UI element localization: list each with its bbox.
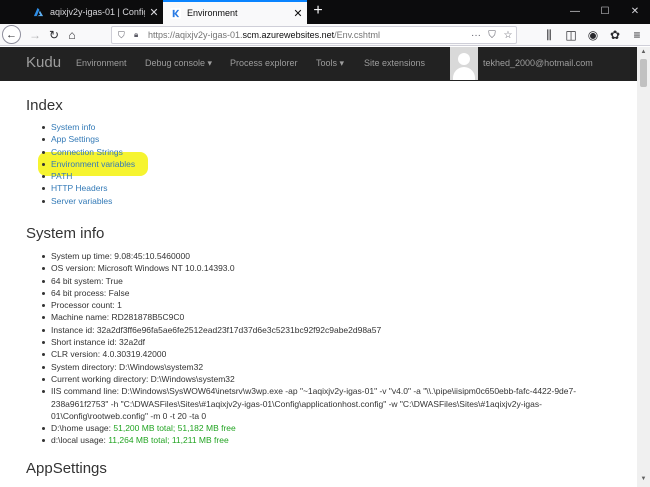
reload-icon[interactable]: ↻	[45, 26, 63, 44]
maximize-window-icon[interactable]: ☐	[590, 0, 620, 24]
list-item: 64 bit system: True	[40, 275, 618, 287]
url-path: /Env.cshtml	[334, 30, 380, 40]
list-item: 64 bit process: False	[40, 287, 618, 299]
scroll-down-arrow-icon[interactable]: ▼	[637, 476, 650, 482]
index-link-system-info[interactable]: System info	[40, 121, 135, 133]
browser-tab-configuration[interactable]: aqixjv2y-igas-01 | Configuratio ✕	[26, 0, 163, 24]
forward-arrow-icon[interactable]: →	[26, 26, 44, 44]
menu-icon[interactable]: ≡	[628, 26, 646, 44]
tracking-protection-shield-icon[interactable]: ⛉	[118, 30, 130, 41]
index-link-connection-strings[interactable]: Connection Strings	[40, 146, 135, 158]
app-settings-heading: AppSettings	[26, 460, 107, 477]
system-info-heading: System info	[26, 225, 105, 242]
azure-icon	[33, 7, 44, 16]
page-scrollbar[interactable]: ▲ ▼	[637, 47, 650, 487]
list-item: System up time: 9.08:45:10.5460000	[40, 250, 618, 262]
close-window-icon[interactable]: ✕	[620, 0, 650, 24]
pocket-icon[interactable]: ⛉	[484, 30, 500, 41]
address-bar[interactable]: ⛉ 🔒︎ https://aqixjv2y-igas-01. scm.azure…	[111, 26, 517, 44]
index-heading: Index	[26, 97, 63, 114]
system-info-list: System up time: 9.08:45:10.5460000 OS ve…	[40, 250, 618, 447]
nav-environment[interactable]: Environment	[76, 58, 127, 68]
kudu-brand-link[interactable]: Kudu	[26, 54, 61, 71]
account-icon[interactable]: ◉	[584, 26, 602, 44]
local-usage-item: d:\local usage: 11,264 MB total; 11,211 …	[40, 434, 618, 446]
browser-tab-environment[interactable]: Environment ✕	[163, 0, 307, 24]
list-item: Current working directory: D:\Windows\sy…	[40, 373, 618, 385]
nav-tools[interactable]: Tools ▾	[316, 58, 344, 69]
index-link-path[interactable]: PATH	[40, 170, 135, 182]
back-arrow-icon[interactable]: ←	[2, 25, 21, 44]
index-link-http-headers[interactable]: HTTP Headers	[40, 182, 135, 194]
nav-process-explorer[interactable]: Process explorer	[230, 58, 298, 68]
lock-icon[interactable]: 🔒︎	[134, 30, 144, 40]
scroll-up-arrow-icon[interactable]: ▲	[637, 49, 650, 55]
index-list: System info App Settings Connection Stri…	[40, 121, 135, 207]
list-item: Instance id: 32a2df3ff6e96fa5ae6fe2512ea…	[40, 324, 618, 336]
kudu-icon	[170, 7, 181, 19]
url-host: scm.azurewebsites.net	[242, 30, 335, 40]
avatar-head	[458, 53, 470, 65]
home-usage-label: D:\home usage:	[51, 423, 114, 434]
url-prefix: https://aqixjv2y-igas-01.	[148, 30, 243, 40]
nav-site-extensions[interactable]: Site extensions	[364, 58, 425, 68]
index-link-server-variables[interactable]: Server variables	[40, 195, 135, 207]
bookmark-star-icon[interactable]: ☆	[500, 30, 516, 41]
list-item: Processor count: 1	[40, 299, 618, 311]
list-item: OS version: Microsoft Windows NT 10.0.14…	[40, 262, 618, 274]
tab-label: Environment	[187, 8, 238, 18]
list-item: IIS command line: D:\Windows\SysWOW64\in…	[40, 385, 618, 422]
browser-tab-strip: aqixjv2y-igas-01 | Configuratio ✕ Enviro…	[0, 0, 650, 24]
list-item: System directory: D:\Windows\system32	[40, 361, 618, 373]
home-icon[interactable]: ⌂	[63, 26, 81, 44]
home-usage-item: D:\home usage: 51,200 MB total; 51,182 M…	[40, 422, 618, 434]
avatar-body	[453, 67, 475, 80]
tab-label: aqixjv2y-igas-01 | Configuratio	[50, 7, 145, 17]
new-tab-button[interactable]: +	[309, 2, 327, 22]
index-link-environment-variables[interactable]: Environment variables	[40, 158, 135, 170]
home-usage-value: 51,200 MB total; 51,182 MB free	[113, 423, 236, 434]
nav-debug-console[interactable]: Debug console ▾	[145, 58, 212, 69]
user-email[interactable]: tekhed_2000@hotmail.com	[483, 58, 593, 68]
local-usage-value: 11,264 MB total; 11,211 MB free	[108, 435, 229, 446]
close-tab-icon[interactable]: ✕	[289, 7, 307, 20]
library-icon[interactable]: ⫼	[540, 26, 558, 44]
index-link-app-settings[interactable]: App Settings	[40, 133, 135, 145]
scrollbar-thumb[interactable]	[640, 59, 647, 87]
close-tab-icon[interactable]: ✕	[145, 6, 163, 19]
avatar[interactable]	[450, 47, 478, 80]
browser-toolbar: ← → ↻ ⌂ ⛉ 🔒︎ https://aqixjv2y-igas-01. s…	[0, 24, 650, 46]
list-item: Short instance id: 32a2df	[40, 336, 618, 348]
extension-icon[interactable]: ✿	[606, 26, 624, 44]
page-actions-icon[interactable]: ···	[468, 30, 484, 41]
list-item: Machine name: RD281878B5C9C0	[40, 311, 618, 323]
minimize-window-icon[interactable]: —	[560, 0, 590, 24]
list-item: CLR version: 4.0.30319.42000	[40, 348, 618, 360]
sidebar-icon[interactable]: ◫	[562, 26, 580, 44]
local-usage-label: d:\local usage:	[51, 435, 109, 446]
